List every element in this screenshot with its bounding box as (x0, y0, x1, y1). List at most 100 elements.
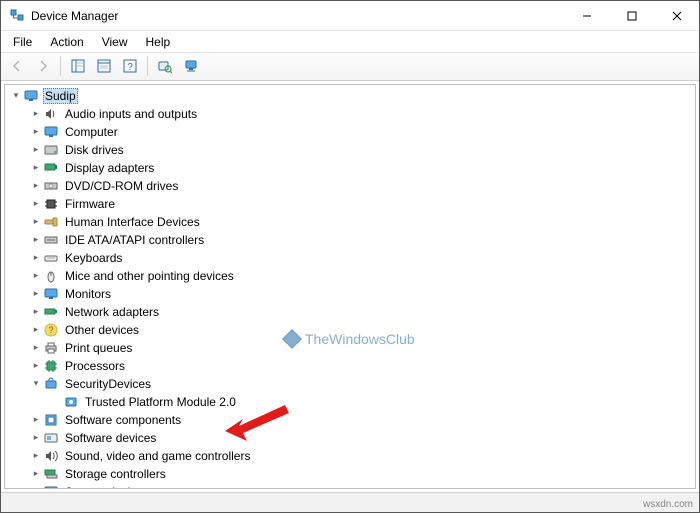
tree-item-display[interactable]: ▸ Display adapters (29, 159, 695, 177)
tree-item-printq[interactable]: ▸ Print queues (29, 339, 695, 357)
expand-icon[interactable]: ▸ (29, 179, 43, 193)
tree-item-label: Mice and other pointing devices (63, 268, 236, 284)
tree-item-security: ▾ SecurityDevices ▸ Trusted Platform Mod… (29, 375, 695, 411)
hid-icon (43, 214, 59, 230)
back-button[interactable] (5, 54, 29, 78)
menubar: File Action View Help (1, 31, 699, 53)
tree-item-label: Network adapters (63, 304, 161, 320)
tree-item-disk[interactable]: ▸ Disk drives (29, 141, 695, 159)
tpm-icon (63, 394, 79, 410)
menu-file[interactable]: File (5, 33, 40, 51)
menu-view[interactable]: View (94, 33, 136, 51)
keyboard-icon (43, 250, 59, 266)
tree-item-label: System devices (63, 484, 151, 489)
tree-item-label: Keyboards (63, 250, 124, 266)
help-button[interactable]: ? (118, 54, 142, 78)
tree-item-security-row[interactable]: ▾ SecurityDevices (29, 375, 695, 393)
expand-icon[interactable]: ▸ (29, 125, 43, 139)
printer-icon (43, 340, 59, 356)
properties-button[interactable] (92, 54, 116, 78)
collapse-icon[interactable]: ▾ (9, 89, 23, 103)
expand-icon[interactable]: ▸ (29, 413, 43, 427)
speaker-icon (43, 106, 59, 122)
close-button[interactable] (654, 1, 699, 31)
tree-item-audio[interactable]: ▸ Audio inputs and outputs (29, 105, 695, 123)
device-manager-window: Device Manager File Action View Help ? (0, 0, 700, 513)
toolbar-separator (60, 56, 61, 76)
tree-item-network[interactable]: ▸ Network adapters (29, 303, 695, 321)
expand-icon[interactable]: ▸ (29, 287, 43, 301)
image-credit: wsxdn.com (643, 499, 693, 510)
tree-item-label: Trusted Platform Module 2.0 (83, 394, 238, 410)
tree-item-ide[interactable]: ▸ IDE ATA/ATAPI controllers (29, 231, 695, 249)
expand-icon[interactable]: ▸ (29, 143, 43, 157)
expand-icon[interactable]: ▸ (29, 341, 43, 355)
window-controls (564, 1, 699, 31)
titlebar: Device Manager (1, 1, 699, 31)
disk-icon (43, 142, 59, 158)
unknown-device-icon: ? (43, 322, 59, 338)
expand-icon[interactable]: ▸ (29, 251, 43, 265)
optical-drive-icon (43, 178, 59, 194)
device-tree-pane[interactable]: ▾ Sudip ▸ Audio inputs and outputs ▸ (4, 84, 696, 489)
expand-icon[interactable]: ▸ (29, 485, 43, 489)
expand-icon[interactable]: ▸ (29, 107, 43, 121)
tree-item-label: Human Interface Devices (63, 214, 202, 230)
device-tree: ▾ Sudip ▸ Audio inputs and outputs ▸ (5, 85, 695, 489)
devices-and-printers-button[interactable] (179, 54, 203, 78)
tree-item-keyboards[interactable]: ▸ Keyboards (29, 249, 695, 267)
menu-action[interactable]: Action (42, 33, 91, 51)
expand-icon[interactable]: ▸ (29, 467, 43, 481)
expand-icon[interactable]: ▸ (29, 269, 43, 283)
svg-text:?: ? (127, 62, 133, 73)
collapse-icon[interactable]: ▾ (29, 377, 43, 391)
tree-item-label: Processors (63, 358, 127, 374)
tree-item-firmware[interactable]: ▸ Firmware (29, 195, 695, 213)
tree-item-processors[interactable]: ▸ Processors (29, 357, 695, 375)
expand-icon[interactable]: ▸ (29, 305, 43, 319)
tree-item-other[interactable]: ▸ ? Other devices (29, 321, 695, 339)
minimize-button[interactable] (564, 1, 609, 31)
tree-item-computer-root[interactable]: ▾ Sudip (9, 87, 695, 105)
scan-hardware-button[interactable] (153, 54, 177, 78)
network-adapter-icon (43, 304, 59, 320)
expand-icon[interactable]: ▸ (29, 215, 43, 229)
forward-button[interactable] (31, 54, 55, 78)
tree-item-softcomp[interactable]: ▸ Software components (29, 411, 695, 429)
tree-item-storage[interactable]: ▸ Storage controllers (29, 465, 695, 483)
tree-item-sound[interactable]: ▸ Sound, video and game controllers (29, 447, 695, 465)
expand-icon[interactable]: ▸ (29, 323, 43, 337)
tree-item-tpm[interactable]: ▸ Trusted Platform Module 2.0 (49, 393, 695, 411)
ide-icon (43, 232, 59, 248)
tree-item-system[interactable]: ▸ System devices (29, 483, 695, 489)
monitor-icon (43, 124, 59, 140)
tree-item-label: Monitors (63, 286, 113, 302)
tree-item-label: IDE ATA/ATAPI controllers (63, 232, 206, 248)
tree-item-mice[interactable]: ▸ Mice and other pointing devices (29, 267, 695, 285)
cpu-icon (43, 358, 59, 374)
statusbar (1, 492, 699, 512)
expand-icon[interactable]: ▸ (29, 197, 43, 211)
expand-icon[interactable]: ▸ (29, 161, 43, 175)
tree-item-computer-cat[interactable]: ▸ Computer (29, 123, 695, 141)
tree-item-softdev[interactable]: ▸ Software devices (29, 429, 695, 447)
maximize-button[interactable] (609, 1, 654, 31)
system-devices-icon (43, 484, 59, 489)
expand-icon[interactable]: ▸ (29, 233, 43, 247)
tree-item-hid[interactable]: ▸ Human Interface Devices (29, 213, 695, 231)
root-node: ▾ Sudip ▸ Audio inputs and outputs ▸ (9, 87, 695, 489)
tree-item-monitors[interactable]: ▸ Monitors (29, 285, 695, 303)
tree-item-label: Display adapters (63, 160, 156, 176)
expand-icon[interactable]: ▸ (29, 449, 43, 463)
expand-icon[interactable]: ▸ (29, 359, 43, 373)
show-hide-tree-button[interactable] (66, 54, 90, 78)
tree-item-label: Software devices (63, 430, 158, 446)
expand-icon[interactable]: ▸ (29, 431, 43, 445)
tree-item-label: Firmware (63, 196, 117, 212)
computer-icon (23, 88, 39, 104)
mouse-icon (43, 268, 59, 284)
tree-item-label: Storage controllers (63, 466, 168, 482)
menu-help[interactable]: Help (138, 33, 179, 51)
tree-item-label: Computer (63, 124, 120, 140)
tree-item-dvd[interactable]: ▸ DVD/CD-ROM drives (29, 177, 695, 195)
